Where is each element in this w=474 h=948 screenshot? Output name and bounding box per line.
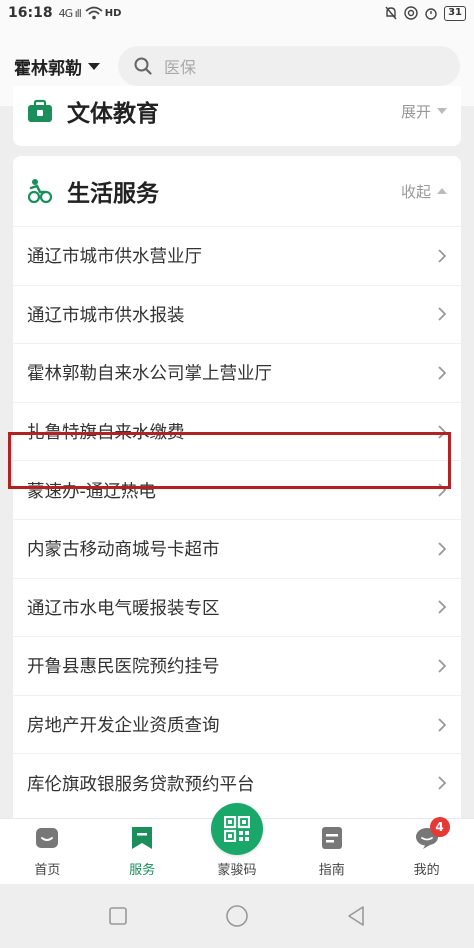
toggle-label: 收起 <box>400 182 431 201</box>
item-label: 房地产开发企业资质查询 <box>27 716 220 737</box>
item-label: 通辽市城市供水营业厅 <box>27 247 202 268</box>
tab-home[interactable]: 首页 <box>7 821 87 878</box>
tab-services[interactable]: 服务 <box>102 821 182 878</box>
list-item[interactable]: 开鲁县惠民医院预约挂号 <box>13 636 461 695</box>
tab-guide[interactable]: 指南 <box>292 821 372 878</box>
item-label: 通辽市城市供水报装 <box>27 305 185 326</box>
item-label: 扎鲁特旗自来水缴费 <box>27 423 185 444</box>
item-label: 开鲁县惠民医院预约挂号 <box>27 657 220 678</box>
collapse-toggle[interactable]: 收起 <box>401 181 447 202</box>
bookmark-icon <box>132 827 153 849</box>
alarm-icon <box>425 8 437 20</box>
tab-label: 服务 <box>129 863 156 878</box>
system-nav-bar <box>0 884 474 948</box>
bell-off-icon <box>385 6 397 20</box>
qr-code-icon <box>223 816 250 842</box>
chevron-right-icon <box>438 776 447 790</box>
item-label: 霍林郭勒自来水公司掌上营业厅 <box>27 364 272 385</box>
chevron-right-icon <box>438 717 447 732</box>
search-icon <box>134 57 152 75</box>
item-label: 内蒙古移动商城号卡超市 <box>27 540 220 561</box>
life-service-icon <box>27 179 53 204</box>
bottom-tab-bar: 首页 服务 蒙骏码 指南 4 我的 <box>0 803 474 884</box>
section-culture-education: 文体教育 展开 <box>13 86 461 146</box>
triangle-down-icon <box>437 108 447 114</box>
qr-code-button[interactable] <box>210 803 263 855</box>
tab-label: 首页 <box>34 863 61 878</box>
tab-profile[interactable]: 4 我的 <box>387 817 467 878</box>
guide-icon <box>321 827 342 849</box>
battery-indicator: 31 <box>444 5 466 21</box>
status-time: 16:18 <box>8 5 53 21</box>
search-input[interactable]: 医保 <box>118 46 460 86</box>
tab-health-code[interactable]: 蒙骏码 <box>197 803 277 878</box>
chevron-right-icon <box>438 542 447 556</box>
caret-down-icon <box>88 62 100 70</box>
tab-label: 蒙骏码 <box>217 863 257 878</box>
city-selector[interactable]: 霍林郭勒 <box>14 54 100 79</box>
chevron-right-icon <box>438 366 447 380</box>
chevron-right-icon <box>438 307 447 322</box>
at-icon <box>404 6 418 20</box>
wifi-icon <box>85 6 103 20</box>
chevron-right-icon <box>438 249 447 263</box>
list-item[interactable]: 内蒙古移动商城号卡超市 <box>13 518 461 578</box>
list-item[interactable]: 通辽市水电气暖报装专区 <box>13 577 461 637</box>
toggle-label: 展开 <box>400 102 431 121</box>
chevron-right-icon <box>438 659 447 673</box>
recent-apps-icon[interactable] <box>108 906 128 926</box>
section-header[interactable]: 文体教育 展开 <box>13 86 461 136</box>
search-placeholder: 医保 <box>164 58 197 77</box>
list-item[interactable]: 扎鲁特旗自来水缴费 <box>13 401 461 461</box>
city-label: 霍林郭勒 <box>14 58 82 79</box>
chevron-right-icon <box>438 424 447 439</box>
content-area[interactable]: 文体教育 展开 生活服务 收起 通辽市城市供水营业厅 通辽市城市供水报装 霍林郭… <box>0 86 474 818</box>
list-item[interactable]: 通辽市城市供水营业厅 <box>13 226 461 285</box>
list-item[interactable]: 房地产开发企业资质查询 <box>13 694 461 754</box>
back-triangle-icon[interactable] <box>346 905 366 927</box>
tab-label: 指南 <box>318 863 345 878</box>
status-bar: 16:18 4G ıll HD 31 <box>0 0 474 26</box>
section-life-services: 生活服务 收起 通辽市城市供水营业厅 通辽市城市供水报装 霍林郭勒自来水公司掌上… <box>13 156 461 818</box>
signal-indicator: 4G ıll <box>58 6 82 20</box>
list-item[interactable]: 蒙速办-通辽热电 <box>13 460 461 519</box>
home-icon <box>36 828 59 848</box>
briefcase-icon <box>28 99 52 122</box>
section-header[interactable]: 生活服务 收起 <box>13 156 461 226</box>
chevron-right-icon <box>438 600 447 614</box>
service-list: 通辽市城市供水营业厅 通辽市城市供水报装 霍林郭勒自来水公司掌上营业厅 扎鲁特旗… <box>13 226 461 812</box>
triangle-up-icon <box>437 188 447 194</box>
item-label: 库伦旗政银服务贷款预约平台 <box>27 774 255 795</box>
notification-badge: 4 <box>429 817 450 837</box>
chevron-right-icon <box>438 483 447 497</box>
item-label: 通辽市水电气暖报装专区 <box>27 598 220 619</box>
hd-indicator: HD <box>104 7 122 19</box>
home-circle-icon[interactable] <box>225 904 249 928</box>
section-title: 生活服务 <box>67 181 159 207</box>
tab-label: 我的 <box>413 863 440 878</box>
list-item[interactable]: 霍林郭勒自来水公司掌上营业厅 <box>13 343 461 402</box>
expand-toggle[interactable]: 展开 <box>401 101 447 122</box>
list-item[interactable]: 通辽市城市供水报装 <box>13 284 461 344</box>
section-title: 文体教育 <box>67 101 159 127</box>
item-label: 蒙速办-通辽热电 <box>27 481 156 502</box>
